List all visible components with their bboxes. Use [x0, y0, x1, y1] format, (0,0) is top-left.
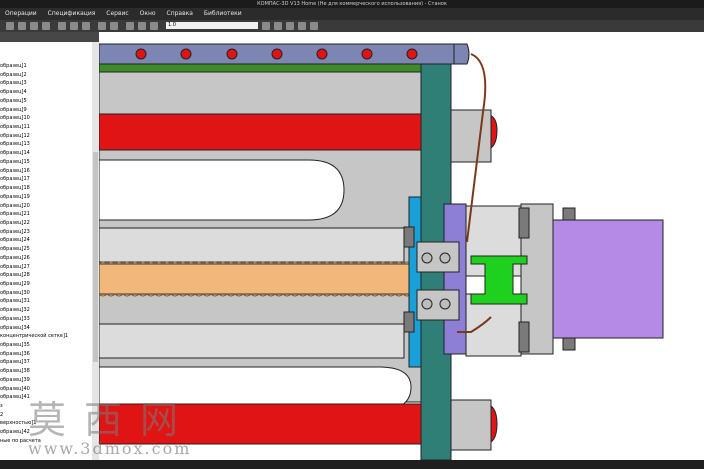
- tree-item[interactable]: образец]35: [0, 341, 92, 350]
- menu-libraries[interactable]: Библиотеки: [204, 10, 242, 17]
- tree-item[interactable]: образец]31: [0, 297, 92, 306]
- menu-service[interactable]: Сервис: [106, 10, 128, 17]
- copy-icon[interactable]: [70, 22, 78, 30]
- tree-item[interactable]: образец]32: [0, 306, 92, 315]
- new-file-icon[interactable]: [6, 22, 14, 30]
- cut-icon[interactable]: [58, 22, 66, 30]
- tree-item[interactable]: образец]15: [0, 158, 92, 167]
- menu-help[interactable]: Справка: [167, 10, 193, 17]
- green-strip: [99, 63, 425, 73]
- upper-shaft: [99, 227, 405, 263]
- tree-item[interactable]: образец]22: [0, 219, 92, 228]
- tree-list: образец]1 образец]2 образец]3 образец]4 обра…: [0, 62, 92, 446]
- lower-shaft: [99, 323, 405, 359]
- view-icon[interactable]: [274, 22, 282, 30]
- upper-clamp: [450, 109, 492, 163]
- undo-icon[interactable]: [98, 22, 106, 30]
- tree-item[interactable]: образец]27: [0, 263, 92, 272]
- section-drawing: [99, 43, 664, 460]
- tree-item[interactable]: образец]1: [0, 62, 92, 71]
- tree-item[interactable]: образец]23: [0, 228, 92, 237]
- zoom-icon[interactable]: [126, 22, 134, 30]
- zoom-input[interactable]: 1.0: [166, 22, 206, 29]
- tree-item[interactable]: образец]3: [0, 79, 92, 88]
- lead-screw: [99, 263, 420, 295]
- tree-pane-header: [0, 32, 99, 42]
- tree-item[interactable]: образец]4: [0, 88, 92, 97]
- menubar: Операции Спецификация Сервис Окно Справк…: [0, 8, 704, 20]
- watermark-text: 莫西网: [28, 398, 197, 442]
- tree-item[interactable]: образец]37: [0, 358, 92, 367]
- open-icon[interactable]: [18, 22, 26, 30]
- tree-item[interactable]: образец]36: [0, 350, 92, 359]
- wireframe-icon[interactable]: [298, 22, 306, 30]
- tree-item[interactable]: образец]33: [0, 315, 92, 324]
- rotate-icon[interactable]: [138, 22, 146, 30]
- menu-specification[interactable]: Спецификация: [48, 10, 96, 17]
- tree-item[interactable]: образец]29: [0, 280, 92, 289]
- tree-item[interactable]: образец]17: [0, 175, 92, 184]
- lower-clamp: [450, 399, 492, 451]
- tree-item[interactable]: образец]28: [0, 271, 92, 280]
- tree-item[interactable]: образец]10: [0, 114, 92, 123]
- toolbar: [0, 20, 704, 32]
- tree-item[interactable]: образец]26: [0, 254, 92, 263]
- tree-item[interactable]: образец]14: [0, 149, 92, 158]
- tree-item[interactable]: образец]25: [0, 245, 92, 254]
- save-icon[interactable]: [30, 22, 38, 30]
- tree-item[interactable]: образец]16: [0, 167, 92, 176]
- watermark: 莫西网 www.3dmox.com: [28, 400, 228, 462]
- tree-item[interactable]: образец]34: [0, 324, 92, 333]
- motor: [552, 219, 664, 339]
- scrollbar-thumb[interactable]: [93, 152, 98, 362]
- tree-item[interactable]: образец]21: [0, 210, 92, 219]
- menu-operations[interactable]: Операции: [5, 10, 37, 17]
- tree-item[interactable]: образец]30: [0, 289, 92, 298]
- section-icon[interactable]: [310, 22, 318, 30]
- print-icon[interactable]: [42, 22, 50, 30]
- tree-item[interactable]: образец]24: [0, 236, 92, 245]
- tree-item[interactable]: образец]20: [0, 202, 92, 211]
- tree-item[interactable]: образец]2: [0, 71, 92, 80]
- tree-item[interactable]: образец]12: [0, 132, 92, 141]
- coupling-insert: [470, 255, 528, 305]
- upper-slot: [99, 159, 345, 221]
- shade-icon[interactable]: [286, 22, 294, 30]
- tree-item[interactable]: образец]18: [0, 184, 92, 193]
- tree-item[interactable]: образец]40: [0, 385, 92, 394]
- tree-item[interactable]: образец]5: [0, 97, 92, 106]
- tree-item[interactable]: образец]11: [0, 123, 92, 132]
- tree-item[interactable]: образец]38: [0, 367, 92, 376]
- tree-item[interactable]: образец]39: [0, 376, 92, 385]
- cad-viewport[interactable]: [99, 32, 704, 460]
- pan-icon[interactable]: [150, 22, 158, 30]
- rebuild-icon[interactable]: [262, 22, 270, 30]
- window-title: КОМПАС-3D V13 Home (Не для коммерческого…: [0, 0, 704, 8]
- rail-end: [453, 43, 470, 65]
- tree-item[interactable]: образец]13: [0, 140, 92, 149]
- watermark-url: www.3dmox.com: [28, 439, 192, 458]
- tree-item[interactable]: образец]19: [0, 193, 92, 202]
- redo-icon[interactable]: [110, 22, 118, 30]
- menu-window[interactable]: Окно: [140, 10, 156, 17]
- view-select[interactable]: [206, 22, 258, 29]
- tree-item[interactable]: концентрической сетке]1: [0, 332, 92, 341]
- paste-icon[interactable]: [82, 22, 90, 30]
- blue-plate: [408, 196, 422, 368]
- tree-item[interactable]: образец]9: [0, 106, 92, 115]
